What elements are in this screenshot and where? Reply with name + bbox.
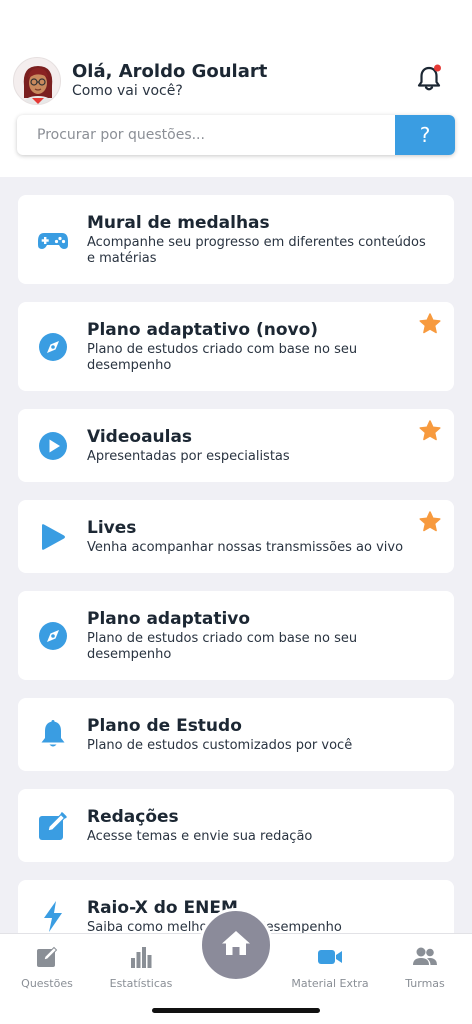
tab-turmas[interactable]: Turmas	[378, 944, 472, 990]
card-videoaulas[interactable]: Videoaulas Apresentadas por especialista…	[18, 409, 454, 482]
subgreeting: Como vai você?	[72, 83, 183, 99]
search-bar: ?	[17, 115, 455, 155]
tab-label: Estatísticas	[109, 977, 173, 990]
card-title: Videoaulas	[87, 427, 193, 447]
star-icon	[418, 312, 442, 336]
card-description: Apresentadas por especialistas	[87, 449, 290, 464]
tab-questoes[interactable]: Questões	[0, 944, 94, 990]
video-camera-icon	[317, 944, 343, 970]
card-description: Plano de estudos customizados por você	[87, 738, 353, 753]
people-icon	[412, 944, 438, 970]
card-title: Plano de Estudo	[87, 716, 242, 736]
card-plano-adaptativo-novo[interactable]: Plano adaptativo (novo) Plano de estudos…	[18, 302, 454, 391]
header: Olá, Aroldo Goulart Como vai você? ?	[0, 0, 472, 177]
card-redacoes[interactable]: Redações Acesse temas e envie sua redaçã…	[18, 789, 454, 862]
search-input[interactable]	[17, 115, 395, 155]
help-button[interactable]: ?	[395, 115, 455, 155]
bell-icon	[36, 717, 70, 751]
card-description: Plano de estudos criado com base no seu …	[87, 631, 358, 662]
pencil-square-icon	[34, 944, 60, 970]
avatar[interactable]	[13, 57, 61, 105]
card-title: Mural de medalhas	[87, 213, 270, 233]
greeting: Olá, Aroldo Goulart	[72, 61, 268, 82]
tab-estatisticas[interactable]: Estatísticas	[94, 944, 188, 990]
play-circle-icon	[36, 429, 70, 463]
compass-icon	[36, 330, 70, 364]
card-title: Lives	[87, 518, 137, 538]
card-plano-de-estudo[interactable]: Plano de Estudo Plano de estudos customi…	[18, 698, 454, 771]
tab-label: Turmas	[405, 977, 445, 990]
star-icon	[418, 419, 442, 443]
card-title: Plano adaptativo	[87, 609, 251, 629]
play-icon	[36, 520, 70, 554]
compass-icon	[36, 619, 70, 653]
home-icon	[220, 927, 252, 963]
notification-bell-icon[interactable]	[416, 64, 442, 92]
home-indicator	[152, 1008, 320, 1013]
star-icon	[418, 510, 442, 534]
card-mural-de-medalhas[interactable]: Mural de medalhas Acompanhe seu progress…	[18, 195, 454, 284]
tab-label: Material Extra	[291, 977, 369, 990]
tab-material-extra[interactable]: Material Extra	[283, 944, 377, 990]
card-title: Redações	[87, 807, 179, 827]
home-button[interactable]	[199, 908, 273, 982]
lightning-icon	[36, 899, 70, 933]
card-description: Acesse temas e envie sua redação	[87, 829, 313, 844]
card-description: Acompanhe seu progresso em diferentes co…	[87, 235, 426, 266]
edit-icon	[36, 809, 70, 843]
card-description: Plano de estudos criado com base no seu …	[87, 342, 358, 373]
tab-label: Questões	[21, 977, 73, 990]
card-lives[interactable]: Lives Venha acompanhar nossas transmissõ…	[18, 500, 454, 573]
card-description: Venha acompanhar nossas transmissões ao …	[87, 540, 404, 555]
bar-chart-icon	[128, 944, 154, 970]
gamepad-icon	[36, 223, 70, 257]
card-plano-adaptativo[interactable]: Plano adaptativo Plano de estudos criado…	[18, 591, 454, 680]
card-title: Plano adaptativo (novo)	[87, 320, 319, 340]
